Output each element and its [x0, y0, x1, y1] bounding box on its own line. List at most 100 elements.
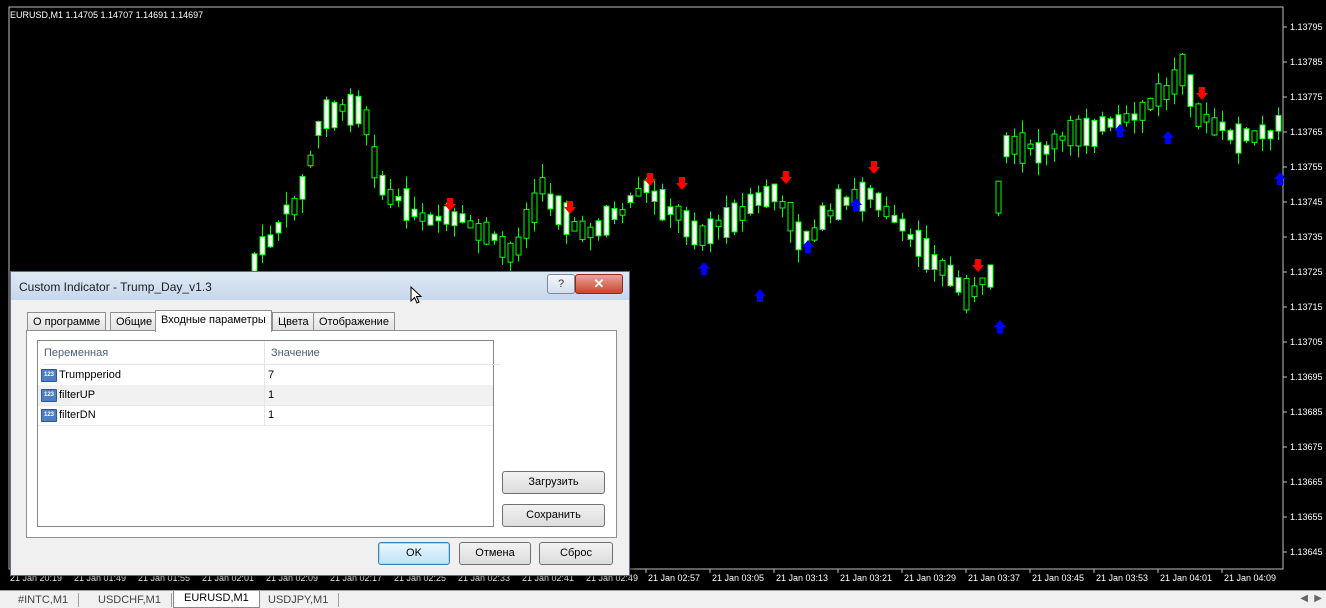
symbol-tab-usdchf[interactable]: USDCHF,M1	[88, 593, 172, 607]
candle-body	[995, 180, 1002, 214]
candle-body	[747, 193, 754, 214]
candle-body	[755, 192, 762, 206]
symbol-tab-intc[interactable]: #INTC,M1	[8, 593, 80, 607]
candle-body	[691, 220, 698, 246]
time-axis-label: 21 Jan 03:37	[968, 573, 1020, 583]
candle-body	[1027, 143, 1034, 150]
candle-body	[467, 220, 474, 229]
candle-body	[459, 213, 466, 223]
table-row[interactable]: 123 Trumpperiod 7	[38, 365, 493, 386]
close-button[interactable]: ✕	[575, 274, 623, 294]
candle-body	[587, 226, 594, 239]
candle-body	[443, 205, 450, 225]
help-button[interactable]: ?	[547, 274, 575, 294]
candle-body	[859, 181, 866, 212]
candle-body	[979, 277, 986, 286]
candle-body	[307, 154, 314, 167]
candle-body	[1243, 128, 1250, 142]
candle-body	[1251, 130, 1258, 143]
candle-body	[275, 221, 282, 234]
price-axis-label: 1.13785	[1290, 57, 1323, 67]
candle-body	[787, 201, 794, 232]
candle-body	[891, 214, 898, 223]
candle-body	[259, 236, 266, 256]
price-axis-label: 1.13775	[1290, 92, 1323, 102]
candle-body	[331, 101, 338, 129]
candle-body	[539, 177, 546, 195]
candle-body	[1163, 85, 1170, 101]
integer-type-icon: 123	[41, 369, 57, 382]
symbol-tab-eurusd[interactable]: EURUSD,M1	[173, 591, 260, 608]
candle-body	[387, 188, 394, 205]
row-value[interactable]: 1	[268, 405, 274, 425]
tabs-scroll-left-icon[interactable]: ◀	[1300, 593, 1308, 604]
row-value[interactable]: 7	[268, 365, 274, 385]
tab-colors[interactable]: Цвета	[272, 312, 315, 331]
candle-body	[779, 200, 786, 209]
time-axis-label: 21 Jan 03:13	[776, 573, 828, 583]
time-axis-label: 21 Jan 04:01	[1160, 573, 1212, 583]
time-axis-label: 21 Jan 03:29	[904, 573, 956, 583]
table-row[interactable]: 123 filterDN 1	[38, 405, 493, 426]
candle-body	[499, 235, 506, 258]
candle-body	[507, 242, 514, 263]
candle-body	[267, 234, 274, 248]
candle-body	[731, 202, 738, 233]
candle-body	[435, 215, 442, 222]
buy-arrow-icon	[754, 289, 766, 302]
time-axis-label: 21 Jan 03:05	[712, 573, 764, 583]
load-button[interactable]: Загрузить	[502, 471, 605, 494]
candle-body	[1083, 117, 1090, 147]
candle-body	[451, 211, 458, 227]
candle-body	[411, 208, 418, 218]
candle-body	[1035, 142, 1042, 164]
candle-body	[1155, 83, 1162, 107]
time-axis-label: 21 Jan 03:53	[1096, 573, 1148, 583]
candle-body	[579, 220, 586, 241]
time-axis-label: 21 Jan 02:57	[648, 573, 700, 583]
symbol-tab-usdjpy[interactable]: USDJPY,M1	[258, 593, 340, 607]
candle-body	[611, 208, 618, 221]
tab-visualization[interactable]: Отображение	[313, 312, 395, 331]
column-header-value[interactable]: Значение	[264, 341, 500, 365]
candle-body	[283, 204, 290, 215]
time-axis-label: 21 Jan 03:21	[840, 573, 892, 583]
candle-body	[835, 188, 842, 221]
price-axis-label: 1.13705	[1290, 337, 1323, 347]
dialog-title-bar[interactable]: Custom Indicator - Trump_Day_v1.3 ? ✕	[11, 272, 629, 300]
candle-body	[899, 218, 906, 232]
dialog-title: Custom Indicator - Trump_Day_v1.3	[19, 280, 212, 294]
reset-button[interactable]: Сброс	[539, 542, 613, 565]
candle-body	[939, 260, 946, 276]
inputs-panel: Переменная Значение 123 Trumpperiod 7 12…	[26, 330, 617, 538]
candle-body	[715, 219, 722, 228]
time-axis-label: 21 Jan 03:45	[1032, 573, 1084, 583]
candle-body	[771, 183, 778, 203]
candle-body	[843, 196, 850, 206]
tabs-scroll-right-icon[interactable]: ▶	[1314, 593, 1322, 604]
candle-body	[827, 209, 834, 217]
candle-body	[931, 254, 938, 270]
candle-body	[1147, 97, 1154, 110]
column-header-variable[interactable]: Переменная	[44, 341, 264, 365]
candle-body	[1139, 101, 1146, 121]
tab-inputs[interactable]: Входные параметры	[155, 310, 272, 332]
tab-about[interactable]: О программе	[27, 312, 107, 331]
save-button[interactable]: Сохранить	[502, 504, 605, 527]
price-axis-label: 1.13655	[1290, 512, 1323, 522]
row-value[interactable]: 1	[268, 385, 274, 405]
candle-body	[531, 192, 538, 224]
parameters-table[interactable]: Переменная Значение 123 Trumpperiod 7 12…	[37, 340, 500, 527]
candle-body	[363, 109, 370, 136]
candle-body	[1067, 119, 1074, 147]
tab-common[interactable]: Общие	[110, 312, 159, 331]
candle-body	[819, 205, 826, 231]
cancel-button[interactable]: Отмена	[459, 542, 531, 565]
table-row[interactable]: 123 filterUP 1	[38, 385, 493, 406]
ok-button[interactable]: OK	[378, 542, 450, 565]
candle-body	[603, 205, 610, 236]
candle-body	[339, 104, 346, 112]
candle-body	[651, 190, 658, 202]
candle-body	[483, 221, 490, 245]
price-axis-label: 1.13645	[1290, 547, 1323, 557]
